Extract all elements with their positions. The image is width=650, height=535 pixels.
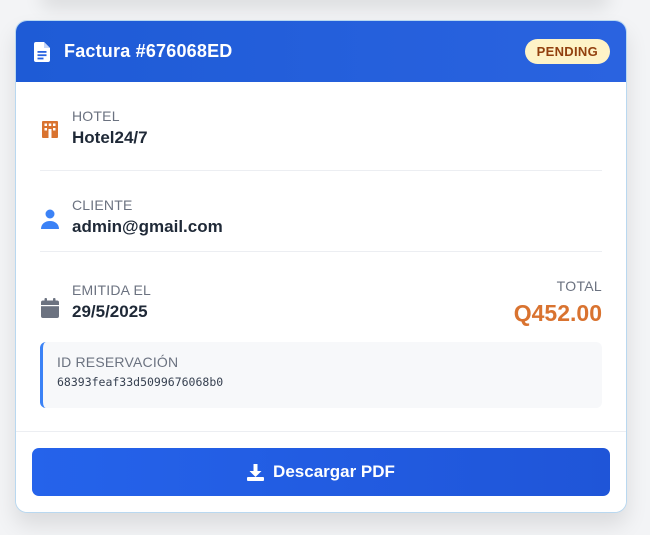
- download-icon: [247, 463, 265, 481]
- hotel-row: HOTEL Hotel24/7: [40, 82, 602, 171]
- total-block: TOTAL Q452.00: [514, 278, 602, 342]
- client-row: CLIENTE admin@gmail.com: [40, 171, 602, 252]
- invoice-body: HOTEL Hotel24/7 CLIENTE admin@gmail.com: [16, 82, 626, 408]
- invoice-card: Factura #676068ED PENDING HOTEL Hotel24/…: [15, 20, 627, 513]
- issued-label: EMITIDA EL: [72, 282, 152, 298]
- status-badge: PENDING: [524, 39, 610, 64]
- total-label: TOTAL: [556, 278, 602, 294]
- client-email: admin@gmail.com: [72, 217, 223, 236]
- total-amount: Q452.00: [513, 300, 602, 326]
- invoice-header: Factura #676068ED PENDING: [16, 21, 626, 82]
- issued-row: EMITIDA EL 29/5/2025 TOTAL Q452.00: [40, 252, 602, 342]
- reservation-label: ID RESERVACIÓN: [57, 354, 179, 370]
- calendar-icon: [40, 278, 60, 342]
- invoice-footer: Descargar PDF: [16, 431, 626, 512]
- document-icon: [34, 41, 50, 62]
- hotel-name: Hotel24/7: [72, 128, 148, 147]
- reservation-box: ID RESERVACIÓN 68393feaf33d5099676068b0: [40, 342, 602, 408]
- building-icon: [40, 108, 60, 138]
- download-pdf-button[interactable]: Descargar PDF: [32, 448, 610, 496]
- invoice-title: Factura #676068ED: [64, 41, 233, 61]
- hotel-label: HOTEL: [72, 108, 120, 124]
- client-label: CLIENTE: [72, 197, 133, 213]
- user-icon: [40, 197, 60, 229]
- issued-date: 29/5/2025: [72, 302, 148, 321]
- download-pdf-label: Descargar PDF: [273, 462, 395, 481]
- reservation-id: 68393feaf33d5099676068b0: [57, 375, 224, 389]
